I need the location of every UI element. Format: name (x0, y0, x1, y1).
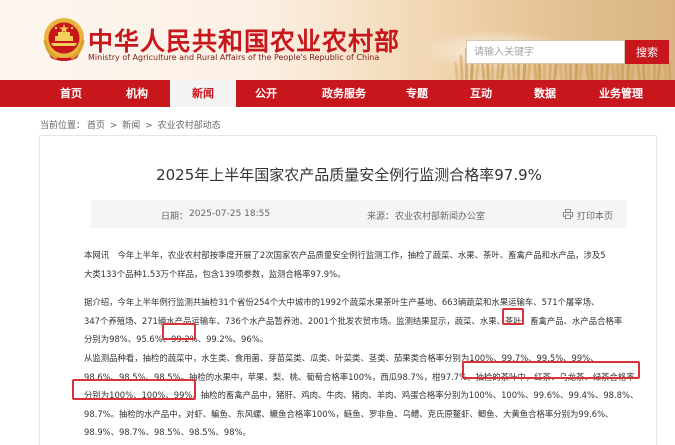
printer-icon[interactable] (563, 209, 573, 219)
nav-item-government-services[interactable]: 政务服务 (305, 80, 383, 107)
search-button[interactable]: 搜索 (625, 40, 669, 64)
paragraph-line: 98.9%、98.7%、98.5%、98.5%、98%。 (84, 427, 251, 437)
breadcrumb-separator: > (107, 121, 121, 131)
source-label: 来源： (367, 212, 395, 222)
main-nav: 首页 机构 新闻 公开 政务服务 专题 互动 数据 业务管理 (0, 80, 675, 107)
nav-item-public[interactable]: 公开 (236, 80, 296, 107)
nav-item-business-management[interactable]: 业务管理 (582, 80, 660, 107)
article-meta-bar: 日期： 2025-07-25 18:55 来源： 农业农村部新闻办公室 打印本页 (91, 200, 627, 228)
highlight-box-tea (502, 308, 524, 325)
article-paragraph-2: 据介绍，今年上半年例行监测共抽检31个省份254个大中城市的1992个蔬菜水果茶… (84, 293, 624, 349)
nav-item-news[interactable]: 新闻 (170, 80, 236, 107)
site-subtitle: Ministry of Agriculture and Rural Affair… (88, 53, 380, 62)
article-title: 2025年上半年国家农产品质量安全例行监测合格率97.9% (156, 166, 542, 184)
paragraph-line: 本网讯 今年上半年，农业农村部按季度开展了2次国家农产品质量安全例行监测工作，抽… (84, 250, 606, 260)
nav-item-topics[interactable]: 专题 (388, 80, 446, 107)
breadcrumb-current[interactable]: 农业农村部动态 (158, 121, 221, 131)
nav-item-organization[interactable]: 机构 (104, 80, 170, 107)
article-source: 农业农村部新闻办公室 (395, 212, 486, 222)
search-input[interactable] (466, 40, 625, 64)
breadcrumb-separator: > (142, 121, 156, 131)
article-paragraph-1: 本网讯 今年上半年，农业农村部按季度开展了2次国家农产品质量安全例行监测工作，抽… (84, 246, 624, 283)
paragraph-line: 98.7%。抽检的水产品中，对虾、鳊鱼、东风螺、鳜鱼合格率100%，鲢鱼、罗非鱼… (84, 408, 614, 419)
site-header: 中华人民共和国农业农村部 Ministry of Agriculture and… (0, 0, 675, 80)
nav-item-home[interactable]: 首页 (38, 80, 104, 107)
national-emblem-icon (43, 18, 85, 61)
paragraph-line: 大类133个品种1.53万个样品，包含139项参数，监测合格率97.9%。 (84, 268, 346, 279)
highlight-box-tea-rate (162, 323, 196, 340)
breadcrumb-news[interactable]: 新闻 (122, 121, 140, 131)
paragraph-line: 据介绍，今年上半年例行监测共抽检31个省份254个大中城市的1992个蔬菜水果茶… (84, 297, 600, 307)
nav-item-interaction[interactable]: 互动 (452, 80, 510, 107)
highlight-box-tea-type-rates (72, 379, 196, 400)
article-date: 2025-07-25 18:55 (189, 209, 271, 219)
highlight-box-tea-types (462, 361, 640, 379)
date-label: 日期： (161, 212, 189, 222)
breadcrumb-prefix: 当前位置： (40, 121, 86, 131)
print-page-link[interactable]: 打印本页 (577, 209, 613, 222)
breadcrumb-home[interactable]: 首页 (87, 121, 105, 131)
nav-item-data[interactable]: 数据 (516, 80, 574, 107)
wheat-stalk (569, 62, 573, 80)
breadcrumb: 当前位置： 首页 > 新闻 > 农业农村部动态 (40, 118, 223, 131)
